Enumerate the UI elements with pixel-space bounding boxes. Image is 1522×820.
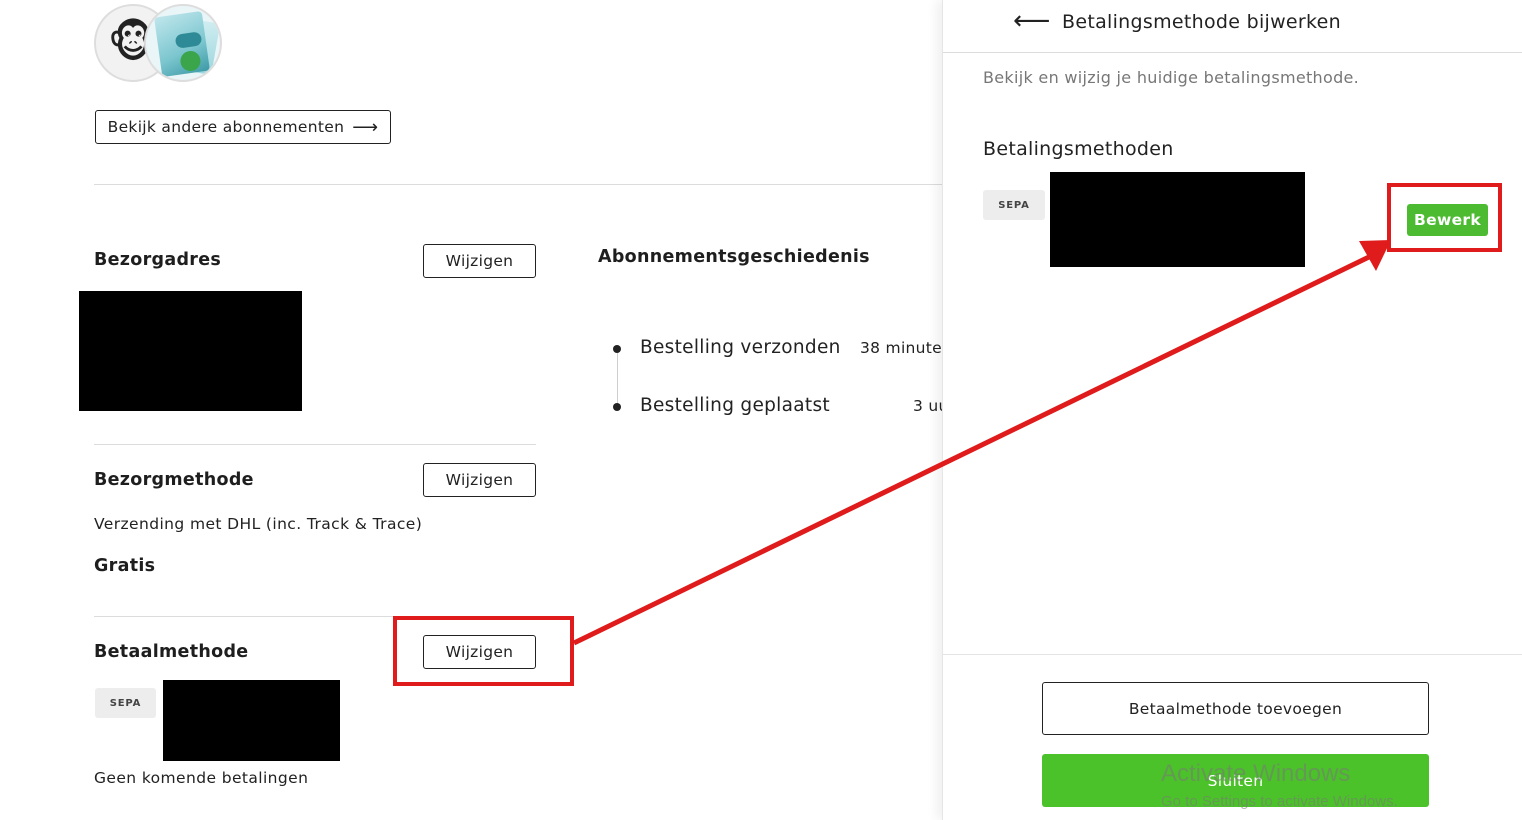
panel-footer-divider (943, 654, 1522, 655)
redacted-payment-details (163, 680, 340, 761)
highlight-box-change-payment (393, 616, 574, 686)
sepa-badge: SEPA (95, 688, 156, 718)
timeline-dot-icon (613, 403, 621, 411)
add-payment-method-button[interactable]: Betaalmethode toevoegen (1042, 682, 1429, 735)
view-other-subscriptions-label: Bekijk andere abonnementen (107, 118, 345, 136)
change-delivery-method-button[interactable]: Wijzigen (423, 463, 536, 497)
redacted-address (79, 291, 302, 411)
arrow-left-icon[interactable]: ⟵ (1013, 6, 1050, 36)
divider (94, 184, 942, 185)
arrow-right-icon: ⟶ (352, 116, 379, 138)
payment-methods-title: Betalingsmethoden (983, 138, 1174, 160)
delivery-address-title: Bezorgadres (94, 250, 222, 270)
product-image (144, 4, 222, 82)
timeline-event-label: Bestelling geplaatst (640, 395, 830, 416)
upcoming-payments-text: Geen komende betalingen (94, 769, 309, 787)
sepa-badge: SEPA (983, 190, 1045, 220)
timeline-event-label: Bestelling verzonden (640, 337, 841, 358)
product-avatars: 🐵 (94, 4, 234, 86)
change-address-button[interactable]: Wijzigen (423, 244, 536, 278)
activate-windows-watermark: Activate Windows (1161, 760, 1351, 787)
delivery-price: Gratis (94, 556, 156, 576)
timeline-event-time: 38 minute (860, 339, 943, 357)
delivery-method-text: Verzending met DHL (inc. Track & Trace) (94, 515, 423, 533)
activate-windows-hint: Go to Settings to activate Windows. (1161, 793, 1398, 810)
timeline-dot-icon (613, 345, 621, 353)
highlight-box-edit (1387, 183, 1502, 252)
panel-header-divider (943, 52, 1522, 53)
subscription-history-title: Abonnementsgeschiedenis (598, 247, 870, 267)
divider (94, 444, 536, 445)
delivery-method-title: Bezorgmethode (94, 470, 254, 490)
timeline-line (617, 352, 618, 404)
view-other-subscriptions-button[interactable]: Bekijk andere abonnementen ⟶ (95, 110, 391, 144)
update-payment-method-panel: ⟵ Betalingsmethode bijwerken Bekijk en w… (942, 0, 1522, 820)
redacted-payment-details (1050, 172, 1305, 267)
panel-subtitle: Bekijk en wijzig je huidige betalingsmet… (983, 68, 1360, 87)
panel-title: Betalingsmethode bijwerken (1062, 11, 1341, 33)
payment-method-title: Betaalmethode (94, 642, 249, 662)
